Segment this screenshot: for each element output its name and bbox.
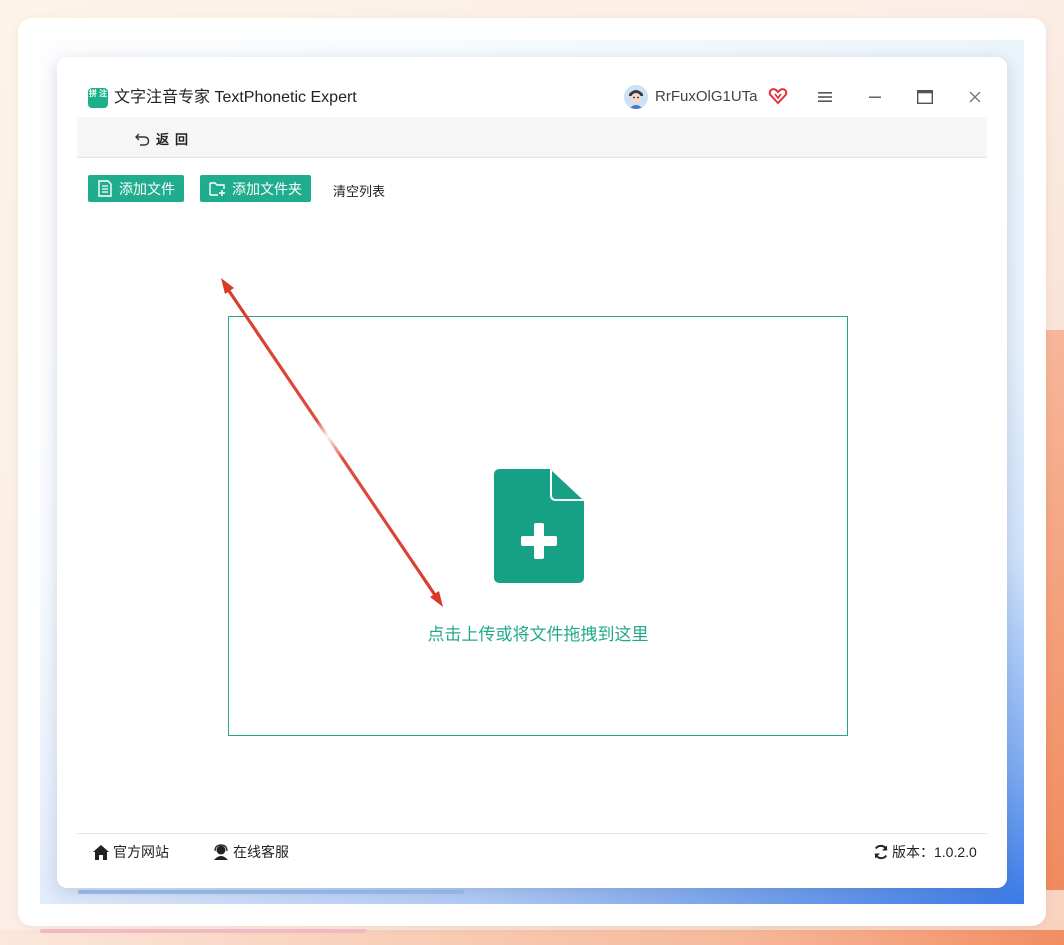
avatar-icon[interactable] [624, 85, 648, 109]
add-file-label: 添加文件 [119, 180, 175, 197]
app-logo-icon: 拼 注 [88, 88, 108, 108]
decorative-underline [78, 890, 464, 894]
add-file-button[interactable]: 添加文件 [88, 175, 184, 202]
title-bar: 拼 注 文字注音专家 TextPhonetic Expert RrFuxOlG1… [57, 57, 1007, 117]
version-info[interactable]: 版本：1.0.2.0 [873, 842, 977, 862]
file-drop-zone[interactable]: 点击上传或将文件拖拽到这里 [228, 316, 848, 736]
hamburger-menu-icon[interactable] [811, 83, 839, 111]
undo-arrow-icon [135, 133, 150, 146]
nav-bar: 返回 [77, 117, 987, 158]
file-list-icon [98, 180, 112, 197]
file-add-icon [494, 469, 584, 583]
official-website-label: 官方网站 [113, 844, 169, 860]
online-support-link[interactable]: 在线客服 [212, 842, 289, 862]
official-website-link[interactable]: 官方网站 [92, 842, 169, 862]
add-folder-button[interactable]: 添加文件夹 [200, 175, 311, 202]
home-icon [93, 844, 109, 860]
add-folder-label: 添加文件夹 [232, 180, 302, 197]
close-icon[interactable] [961, 83, 989, 111]
headset-user-icon [214, 843, 228, 860]
username[interactable]: RrFuxOlG1UTa [655, 87, 758, 107]
online-support-label: 在线客服 [233, 844, 289, 860]
maximize-icon[interactable] [911, 83, 939, 111]
footer: 官方网站 在线客服 版本：1.0.2.0 [77, 833, 987, 869]
version-label: 版本：1.0.2.0 [892, 844, 977, 860]
back-button[interactable]: 返回 [135, 129, 194, 148]
app-window: 拼 注 文字注音专家 TextPhonetic Expert RrFuxOlG1… [57, 57, 1007, 888]
vip-heart-icon[interactable] [768, 86, 788, 106]
refresh-icon [874, 844, 888, 860]
folder-add-icon [209, 181, 225, 196]
back-label: 返回 [156, 132, 195, 147]
decorative-underline [40, 929, 366, 933]
minimize-icon[interactable] [861, 83, 889, 111]
drop-zone-text: 点击上传或将文件拖拽到这里 [427, 625, 649, 644]
app-title: 文字注音专家 TextPhonetic Expert [114, 89, 357, 106]
clear-list-button[interactable]: 清空列表 [333, 181, 385, 200]
